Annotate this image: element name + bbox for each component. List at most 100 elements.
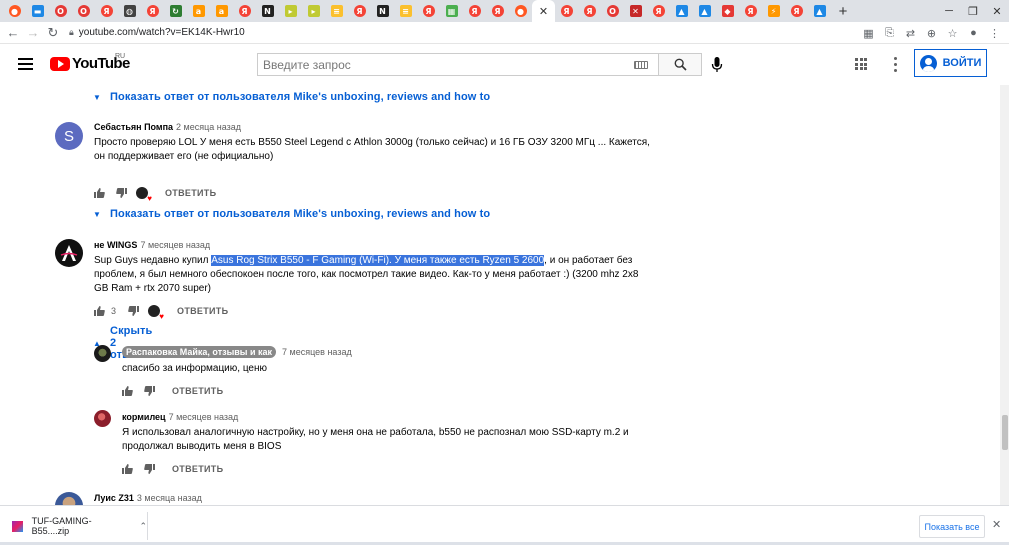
browser-tab[interactable]: Я: [647, 0, 670, 22]
comment-author[interactable]: Луис Z31: [94, 493, 134, 503]
new-tab-icon[interactable]: +: [831, 3, 855, 20]
reply-button[interactable]: ОТВЕТИТЬ: [177, 306, 228, 316]
reload-icon[interactable]: ↻: [43, 25, 63, 41]
show-all-downloads-button[interactable]: Показать все: [919, 515, 985, 538]
forward-icon[interactable]: →: [23, 25, 43, 40]
browser-tab[interactable]: ▲: [670, 0, 693, 22]
hamburger-menu-icon[interactable]: [18, 58, 33, 70]
comment-time[interactable]: 3 месяца назад: [137, 493, 202, 503]
avatar[interactable]: [55, 239, 83, 267]
browser-tab[interactable]: a: [187, 0, 210, 22]
browser-tab[interactable]: Я: [141, 0, 164, 22]
cast-icon[interactable]: ⎘: [879, 27, 900, 40]
browser-tab[interactable]: Я: [578, 0, 601, 22]
browser-tab[interactable]: Я: [486, 0, 509, 22]
zoom-icon[interactable]: ⊕: [921, 27, 942, 40]
browser-tab[interactable]: Я: [348, 0, 371, 22]
scrollbar-thumb[interactable]: [1002, 415, 1008, 450]
browser-tab[interactable]: ▲: [808, 0, 831, 22]
reply-button[interactable]: ОТВЕТИТЬ: [165, 188, 216, 198]
yandex-icon: Я: [100, 5, 113, 17]
browser-tab[interactable]: ▦: [440, 0, 463, 22]
lock-icon[interactable]: 🔒︎: [69, 27, 74, 38]
like-button[interactable]: [122, 464, 133, 474]
browser-tab[interactable]: O: [601, 0, 624, 22]
comment-time[interactable]: 2 месяца назад: [176, 122, 241, 132]
browser-tab[interactable]: ▸: [302, 0, 325, 22]
comment-author[interactable]: не WINGS: [94, 240, 137, 250]
browser-tab[interactable]: ▲: [693, 0, 716, 22]
browser-tab[interactable]: ✕: [624, 0, 647, 22]
translate-icon[interactable]: ⇄: [900, 27, 921, 40]
browser-tab[interactable]: ⚡: [762, 0, 785, 22]
browser-menu-icon[interactable]: ⋮: [984, 27, 1005, 40]
back-icon[interactable]: ←: [3, 25, 23, 40]
restore-icon[interactable]: ❐: [961, 5, 985, 18]
avatar[interactable]: S: [55, 122, 83, 150]
comment-time[interactable]: 7 месяцев назад: [140, 240, 210, 250]
browser-tab[interactable]: ≡: [394, 0, 417, 22]
signin-button[interactable]: ВОЙТИ: [914, 49, 987, 77]
minimize-icon[interactable]: ─: [937, 5, 961, 17]
download-item[interactable]: TUF-GAMING-B55....zip ⌃: [8, 512, 148, 540]
search-button[interactable]: [659, 53, 702, 76]
browser-tab[interactable]: ●: [509, 0, 532, 22]
address-bar: ← → ↻ 🔒︎ youtube.com/watch?v=EK14K-Hwr10…: [0, 22, 1009, 44]
bookmark-star-icon[interactable]: ☆: [942, 27, 963, 40]
reply-button[interactable]: ОТВЕТИТЬ: [172, 386, 223, 396]
dislike-button[interactable]: [116, 188, 127, 198]
settings-more-icon[interactable]: [893, 55, 897, 73]
keyboard-icon[interactable]: [634, 60, 648, 69]
like-button[interactable]: [94, 306, 105, 316]
browser-tab[interactable]: Я: [233, 0, 256, 22]
thumbs-down-icon: [116, 188, 127, 198]
like-button[interactable]: [122, 386, 133, 396]
browser-tab[interactable]: Я: [95, 0, 118, 22]
comment-author[interactable]: Себастьян Помпа: [94, 122, 173, 132]
reply-time[interactable]: 7 месяцев назад: [169, 412, 239, 422]
dislike-button[interactable]: [144, 386, 155, 396]
browser-tab[interactable]: a: [210, 0, 233, 22]
browser-tab[interactable]: ▸: [279, 0, 302, 22]
browser-tab[interactable]: ◆: [716, 0, 739, 22]
browser-tab[interactable]: ↻: [164, 0, 187, 22]
dislike-button[interactable]: [144, 464, 155, 474]
url-field[interactable]: youtube.com/watch?v=EK14K-Hwr10: [79, 27, 245, 38]
browser-tab[interactable]: O: [49, 0, 72, 22]
reply-time[interactable]: 7 месяцев назад: [282, 347, 352, 357]
browser-tab[interactable]: ◍: [118, 0, 141, 22]
browser-tab[interactable]: Я: [417, 0, 440, 22]
show-reply-button[interactable]: ▼ Показать ответ от пользователя Mike's …: [93, 208, 490, 220]
close-window-icon[interactable]: ✕: [985, 5, 1009, 18]
browser-tab[interactable]: Я: [555, 0, 578, 22]
dislike-button[interactable]: [128, 306, 140, 316]
browser-tab[interactable]: O: [72, 0, 95, 22]
reply-actions: ОТВЕТИТЬ: [122, 385, 223, 397]
flag-icon: ▬: [31, 5, 44, 17]
profile-icon[interactable]: ●: [963, 27, 984, 39]
browser-tab[interactable]: Я: [739, 0, 762, 22]
browser-tab-active[interactable]: ✕: [532, 0, 555, 22]
browser-tab[interactable]: ▬: [26, 0, 49, 22]
microphone-icon[interactable]: [711, 57, 723, 73]
close-icon[interactable]: ✕: [992, 518, 1001, 531]
close-tab-icon[interactable]: ✕: [539, 5, 548, 18]
like-button[interactable]: [94, 188, 105, 198]
browser-tab[interactable]: ≡: [325, 0, 348, 22]
search-input[interactable]: [258, 54, 634, 75]
avatar[interactable]: [94, 345, 111, 362]
reply-author[interactable]: кормилец: [122, 412, 166, 422]
apps-grid-icon[interactable]: [855, 58, 867, 70]
chevron-up-icon[interactable]: ⌃: [139, 521, 147, 532]
browser-tab[interactable]: N: [371, 0, 394, 22]
show-reply-button[interactable]: ▼ Показать ответ от пользователя Mike's …: [93, 91, 490, 103]
browser-tab[interactable]: Я: [785, 0, 808, 22]
qr-code-icon[interactable]: ▦: [858, 27, 879, 40]
avatar[interactable]: [94, 410, 111, 427]
avatar[interactable]: [55, 492, 83, 505]
browser-tab[interactable]: N: [256, 0, 279, 22]
reply-button[interactable]: ОТВЕТИТЬ: [172, 464, 223, 474]
browser-tab[interactable]: Я: [463, 0, 486, 22]
browser-tab[interactable]: ●: [3, 0, 26, 22]
creator-author-chip[interactable]: Распаковка Майка, отзывы и как: [122, 346, 277, 358]
